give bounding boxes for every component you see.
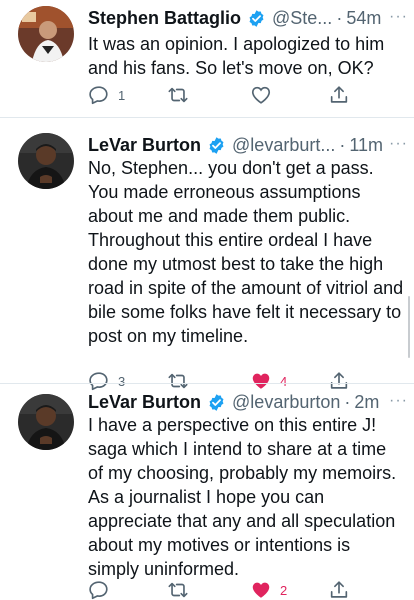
- like-icon: [252, 582, 270, 598]
- reply-button[interactable]: [88, 578, 118, 600]
- tweet-text: No, Stephen... you don't get a pass. You…: [88, 158, 404, 346]
- more-icon[interactable]: ···: [389, 392, 408, 410]
- like-icon: [251, 86, 271, 104]
- tweet-header: LeVar Burton @levarburt... · 11m: [88, 133, 402, 157]
- author-handle[interactable]: @Ste...: [272, 6, 332, 30]
- reply-icon: [89, 86, 108, 105]
- share-button[interactable]: [328, 578, 350, 600]
- retweet-icon: [168, 87, 188, 103]
- separator-dot: ·: [336, 8, 343, 28]
- timestamp[interactable]: 2m: [354, 390, 379, 414]
- verified-badge-icon: [209, 136, 224, 154]
- author-name[interactable]: Stephen Battaglio: [88, 6, 241, 30]
- verified-badge-icon: [249, 9, 264, 27]
- retweet-button[interactable]: [166, 578, 198, 600]
- avatar[interactable]: [18, 133, 74, 189]
- verified-badge-icon: [209, 393, 224, 411]
- more-icon[interactable]: ···: [389, 8, 408, 26]
- author-handle[interactable]: @levarburt...: [232, 133, 335, 157]
- more-icon[interactable]: ···: [389, 135, 408, 153]
- tweet-header: Stephen Battaglio @Ste... · 54m: [88, 6, 402, 30]
- author-handle[interactable]: @levarburton: [232, 390, 340, 414]
- like-button[interactable]: [250, 83, 280, 107]
- author-name[interactable]: LeVar Burton: [88, 390, 201, 414]
- tweet-actions: 2: [88, 578, 388, 600]
- like-button[interactable]: 2: [250, 578, 287, 600]
- scrollbar[interactable]: [408, 296, 410, 358]
- timestamp[interactable]: 54m: [346, 6, 381, 30]
- share-icon: [330, 581, 348, 598]
- reply-button[interactable]: 1: [88, 83, 125, 107]
- tweet-text: It was an opinion. I apologized to him a…: [88, 34, 385, 78]
- author-name[interactable]: LeVar Burton: [88, 133, 201, 157]
- timestamp[interactable]: 11m: [349, 133, 383, 157]
- reply-count: 1: [118, 87, 126, 103]
- retweet-button[interactable]: [166, 83, 198, 107]
- share-icon: [330, 86, 348, 103]
- tweet-text: I have a perspective on this entire J! s…: [88, 415, 397, 579]
- avatar[interactable]: [18, 6, 74, 62]
- avatar[interactable]: [18, 394, 74, 450]
- tweet-actions: 1: [88, 83, 388, 107]
- separator-dot: ·: [339, 135, 346, 155]
- separator-dot: ·: [344, 392, 351, 412]
- tweet-header: LeVar Burton @levarburton · 2m: [88, 390, 402, 414]
- share-button[interactable]: [328, 83, 350, 107]
- retweet-icon: [168, 582, 188, 598]
- like-count: 2: [280, 582, 288, 598]
- reply-icon: [89, 581, 108, 600]
